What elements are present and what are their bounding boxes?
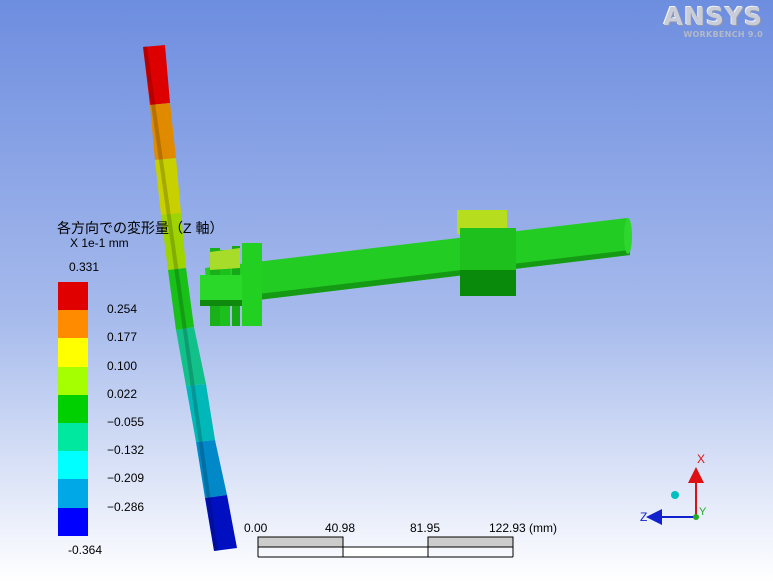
- legend-title: 各方向での変形量（Z 軸）: [57, 220, 224, 236]
- legend-band: [58, 507, 88, 536]
- z-axis-label: Z: [640, 510, 647, 524]
- legend-band-label: −0.209: [107, 471, 145, 486]
- legend-band: [58, 394, 88, 423]
- legend-band-label: 0.177: [107, 330, 138, 345]
- legend-band-label: −0.055: [107, 415, 145, 429]
- y-axis-label: Y: [699, 506, 707, 518]
- scale-tick-3: 122.93 (mm): [489, 521, 558, 535]
- legend-band-label: 0.100: [107, 358, 138, 373]
- legend-band-label: 0.022: [107, 386, 138, 401]
- legend-max-value: 0.331: [69, 260, 100, 274]
- scale-tick-2: 81.95: [410, 521, 441, 535]
- legend-band: [58, 479, 88, 508]
- legend-band: [58, 282, 88, 311]
- legend-band: [58, 310, 88, 339]
- axis-triad[interactable]: X Z Y: [630, 445, 720, 535]
- scale-tick-0: 0.00: [244, 521, 268, 535]
- legend-band: [58, 338, 88, 367]
- legend-band-label: 0.254: [107, 302, 138, 317]
- legend-band-label: −0.286: [107, 499, 145, 514]
- legend-min-value: -0.364: [68, 543, 103, 557]
- legend-band: [58, 423, 88, 452]
- rotation-ball-icon: [671, 491, 679, 499]
- legend-unit: X 1e-1 mm: [70, 236, 129, 250]
- legend-band: [58, 451, 88, 480]
- legend-band-label: −0.132: [107, 443, 145, 458]
- shaft-assembly: [200, 210, 632, 326]
- x-axis-label: X: [697, 452, 705, 466]
- legend-band: [58, 366, 88, 395]
- scale-bar: [257, 536, 514, 558]
- graphics-viewport[interactable]: ANSYS WORKBENCH 9.0 各方向での変形量（Z 軸） X 1e-1…: [0, 0, 773, 582]
- scale-tick-1: 40.98: [325, 521, 356, 535]
